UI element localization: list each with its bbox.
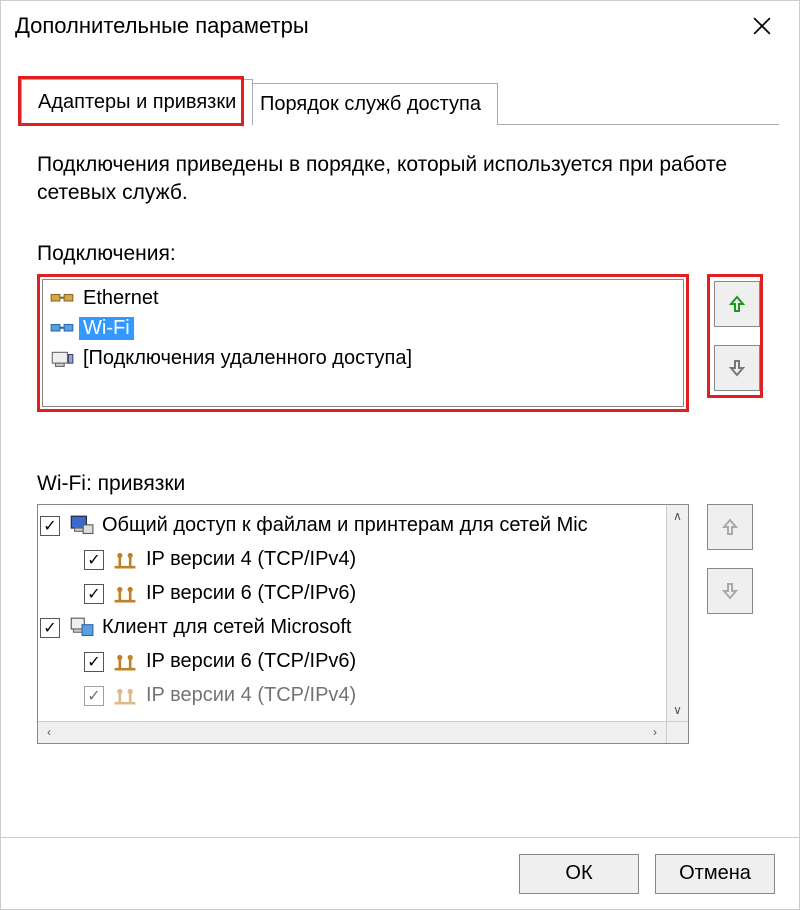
dialog-footer: ОК Отмена [1, 837, 799, 909]
bindings-list[interactable]: ✓ Общий доступ к файлам и принтерам для … [37, 504, 689, 744]
checkbox[interactable]: ✓ [84, 550, 104, 570]
connections-label: Подключения: [37, 242, 763, 266]
binding-label: Клиент для сетей Microsoft [102, 616, 351, 639]
dialog-window: Дополнительные параметры Адаптеры и прив… [0, 0, 800, 910]
ok-button[interactable]: ОК [519, 854, 639, 894]
binding-label: IP версии 6 (TCP/IPv6) [146, 582, 356, 605]
dialup-icon [49, 348, 75, 370]
move-down-button[interactable] [707, 568, 753, 614]
move-up-button[interactable] [707, 504, 753, 550]
binding-label: IP версии 4 (TCP/IPv4) [146, 684, 356, 707]
connection-label: [Подключения удаленного доступа] [79, 347, 416, 370]
binding-label: IP версии 4 (TCP/IPv4) [146, 548, 356, 571]
ethernet-icon [49, 288, 75, 310]
scroll-left-button[interactable]: ‹ [38, 722, 60, 743]
scroll-track[interactable] [60, 722, 644, 743]
titlebar: Дополнительные параметры [1, 1, 799, 51]
tab-provider-order[interactable]: Порядок служб доступа [243, 83, 498, 125]
checkbox[interactable]: ✓ [84, 584, 104, 604]
close-icon [753, 17, 771, 35]
bindings-label: Wi-Fi: привязки [37, 472, 763, 496]
scroll-down-button[interactable]: ∨ [667, 699, 688, 721]
binding-item[interactable]: ✓ Клиент для сетей Microsoft [40, 611, 664, 645]
tab-label: Адаптеры и привязки [38, 91, 236, 114]
horizontal-scrollbar[interactable]: ‹ › [38, 721, 666, 743]
bindings-inner: ✓ Общий доступ к файлам и принтерам для … [38, 505, 666, 721]
connection-item-ethernet[interactable]: Ethernet [45, 284, 681, 314]
checkbox[interactable]: ✓ [84, 652, 104, 672]
arrow-down-icon [727, 358, 747, 378]
binding-item[interactable]: ✓ IP версии 4 (TCP/IPv4) [40, 543, 664, 577]
client-icon [68, 617, 94, 639]
tab-label: Порядок служб доступа [260, 93, 481, 116]
arrow-up-icon [720, 517, 740, 537]
binding-label: Общий доступ к файлам и принтерам для се… [102, 514, 588, 537]
scroll-up-button[interactable]: ∧ [667, 505, 688, 527]
binding-label: IP версии 6 (TCP/IPv6) [146, 650, 356, 673]
scrollbar-corner [666, 721, 688, 743]
checkbox[interactable]: ✓ [84, 686, 104, 706]
scroll-track[interactable] [667, 527, 688, 699]
connection-item-wifi[interactable]: Wi-Fi [45, 314, 681, 344]
binding-item[interactable]: ✓ IP версии 6 (TCP/IPv6) [40, 577, 664, 611]
close-button[interactable] [739, 3, 785, 49]
protocol-icon [112, 651, 138, 673]
binding-item[interactable]: ✓ Общий доступ к файлам и принтерам для … [40, 509, 664, 543]
arrow-up-icon [727, 294, 747, 314]
tab-content: Подключения приведены в порядке, который… [1, 151, 799, 744]
connection-label: Ethernet [79, 287, 163, 310]
move-down-button[interactable] [714, 345, 760, 391]
description-text: Подключения приведены в порядке, который… [37, 151, 763, 208]
move-buttons-group [707, 274, 763, 398]
highlight-annotation: Ethernet Wi-Fi [Подключения удаленного д… [37, 274, 689, 412]
connections-list[interactable]: Ethernet Wi-Fi [Подключения удаленного д… [42, 279, 684, 407]
scroll-right-button[interactable]: › [644, 722, 666, 743]
protocol-icon [112, 583, 138, 605]
bindings-move-buttons [707, 504, 763, 614]
connection-item-dialup[interactable]: [Подключения удаленного доступа] [45, 344, 681, 374]
binding-item[interactable]: ✓ IP версии 6 (TCP/IPv6) [40, 645, 664, 679]
arrow-down-icon [720, 581, 740, 601]
computer-icon [68, 515, 94, 537]
checkbox[interactable]: ✓ [40, 516, 60, 536]
connection-label: Wi-Fi [79, 317, 134, 340]
window-title: Дополнительные параметры [15, 13, 739, 39]
tabs: Адаптеры и привязки Порядок служб доступ… [21, 81, 779, 125]
button-label: Отмена [679, 862, 751, 885]
button-label: ОК [565, 862, 592, 885]
binding-item[interactable]: ✓ IP версии 4 (TCP/IPv4) [40, 679, 664, 713]
connections-row: Ethernet Wi-Fi [Подключения удаленного д… [37, 274, 763, 412]
protocol-icon [112, 685, 138, 707]
bindings-row: ✓ Общий доступ к файлам и принтерам для … [37, 504, 763, 744]
vertical-scrollbar[interactable]: ∧ ∨ [666, 505, 688, 721]
cancel-button[interactable]: Отмена [655, 854, 775, 894]
wifi-icon [49, 318, 75, 340]
checkbox[interactable]: ✓ [40, 618, 60, 638]
protocol-icon [112, 549, 138, 571]
tab-adapters-bindings[interactable]: Адаптеры и привязки [21, 79, 253, 125]
move-up-button[interactable] [714, 281, 760, 327]
